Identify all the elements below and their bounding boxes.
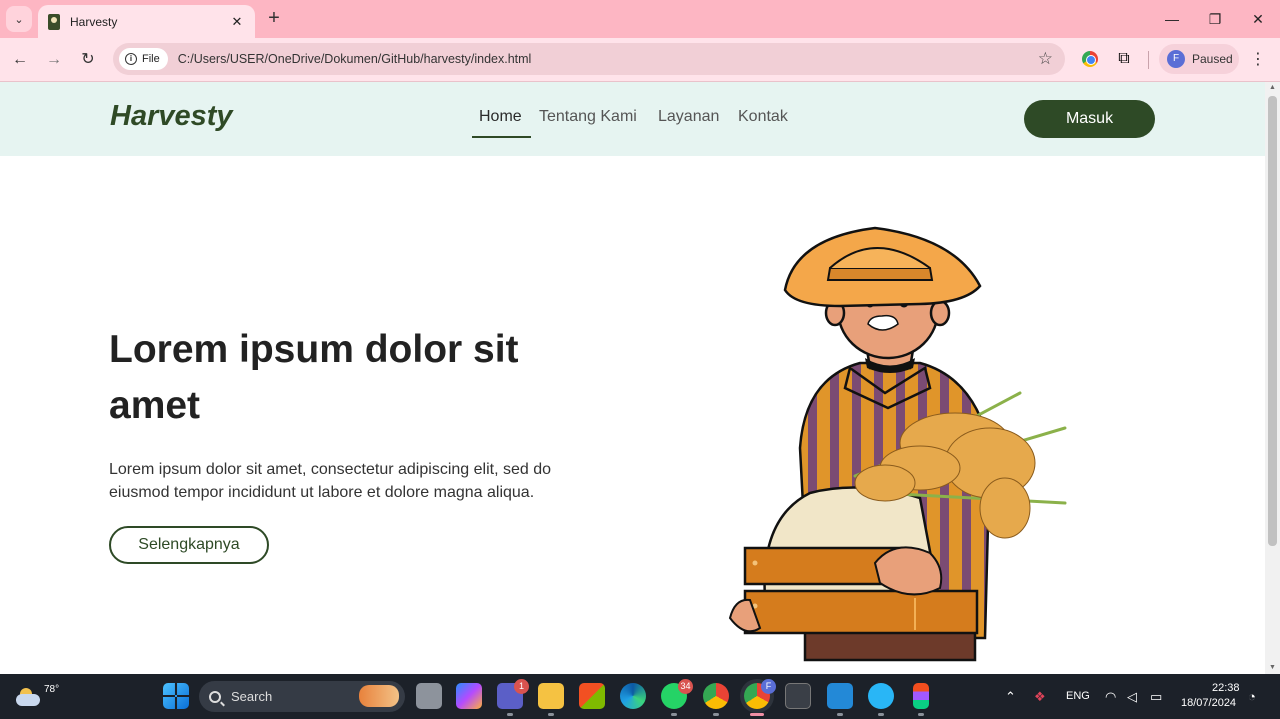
forward-button[interactable]: → bbox=[43, 49, 65, 71]
reload-button[interactable]: ↻ bbox=[77, 49, 99, 71]
tab-strip: ⌄ Harvesty ✕ + — ❐ ✕ bbox=[0, 0, 1280, 38]
avatar: F bbox=[1167, 50, 1185, 68]
scroll-down-arrow-icon[interactable]: ▼ bbox=[1268, 664, 1277, 672]
figma-icon[interactable] bbox=[913, 683, 929, 716]
volume-icon[interactable]: ◁ bbox=[1127, 689, 1137, 705]
toolbar-divider bbox=[1148, 51, 1149, 69]
profile-button[interactable]: F Paused bbox=[1159, 44, 1239, 74]
whatsapp-icon[interactable]: 34 bbox=[661, 679, 693, 716]
chrome-profile-icon[interactable] bbox=[703, 683, 729, 716]
browser-toolbar: ← → ↻ i File C:/Users/USER/OneDrive/Doku… bbox=[0, 38, 1280, 82]
bookmark-star-icon[interactable]: ☆ bbox=[1038, 49, 1053, 69]
teams-icon[interactable]: 1 bbox=[497, 679, 529, 716]
cloud-icon bbox=[16, 694, 40, 706]
windows-start-icon[interactable] bbox=[163, 683, 189, 709]
running-indicator bbox=[750, 713, 764, 716]
scroll-up-arrow-icon[interactable]: ▲ bbox=[1268, 84, 1277, 92]
tab-search-button[interactable]: ⌄ bbox=[6, 6, 32, 32]
battery-icon[interactable]: ▭ bbox=[1150, 689, 1162, 705]
login-button[interactable]: Masuk bbox=[1024, 100, 1155, 138]
active-nav-indicator bbox=[472, 136, 531, 138]
restore-button[interactable]: ❐ bbox=[1203, 8, 1227, 30]
app-blue-icon[interactable] bbox=[868, 683, 894, 716]
running-indicator bbox=[878, 713, 884, 716]
minimize-button[interactable]: — bbox=[1160, 8, 1184, 30]
page-viewport: Harvesty Home Tentang Kami Layanan Konta… bbox=[0, 82, 1265, 674]
running-indicator bbox=[713, 713, 719, 716]
menu-kebab-icon[interactable]: ⋮ bbox=[1250, 49, 1266, 69]
running-indicator bbox=[671, 713, 677, 716]
search-highlight-art bbox=[359, 685, 399, 707]
close-tab-icon[interactable]: ✕ bbox=[229, 14, 245, 30]
new-tab-button[interactable]: + bbox=[264, 8, 284, 28]
site-info-chip[interactable]: i File bbox=[119, 48, 168, 70]
language-indicator[interactable]: ENG bbox=[1066, 690, 1090, 702]
copilot-icon[interactable] bbox=[456, 683, 482, 709]
microsoft-store-icon[interactable] bbox=[579, 683, 605, 709]
teams-badge: 1 bbox=[514, 679, 529, 694]
page-scrollbar[interactable]: ▲ ▼ bbox=[1265, 82, 1280, 674]
close-window-button[interactable]: ✕ bbox=[1246, 8, 1270, 30]
info-icon: i bbox=[125, 53, 137, 65]
extension-color-icon[interactable] bbox=[1080, 49, 1100, 69]
profile-status: Paused bbox=[1192, 52, 1233, 66]
hero-title: Lorem ipsum dolor sit amet bbox=[109, 328, 519, 427]
farmer-illustration bbox=[728, 226, 1067, 662]
running-indicator bbox=[548, 713, 554, 716]
site-chip-label: File bbox=[142, 53, 160, 65]
tray-chevron-up-icon[interactable]: ⌃ bbox=[1005, 689, 1016, 705]
vscode-icon[interactable] bbox=[827, 683, 853, 716]
terminal-icon[interactable] bbox=[785, 683, 811, 709]
whatsapp-badge: 34 bbox=[678, 679, 693, 694]
url-text[interactable]: C:/Users/USER/OneDrive/Dokumen/GitHub/ha… bbox=[178, 52, 1038, 66]
nav-tentang-kami[interactable]: Tentang Kami bbox=[539, 108, 637, 126]
file-explorer-icon[interactable] bbox=[538, 683, 564, 716]
running-indicator bbox=[837, 713, 843, 716]
scroll-thumb[interactable] bbox=[1268, 96, 1277, 546]
nav-layanan[interactable]: Layanan bbox=[658, 108, 719, 126]
learn-more-button[interactable]: Selengkapnya bbox=[109, 526, 269, 564]
favicon-icon bbox=[48, 13, 60, 30]
clock-date[interactable]: 18/07/2024 bbox=[1181, 697, 1236, 709]
taskbar-search-label: Search bbox=[231, 689, 273, 704]
edge-icon[interactable] bbox=[620, 683, 646, 709]
search-icon bbox=[209, 690, 221, 703]
chrome-profile-badge: F bbox=[761, 679, 776, 694]
nav-kontak[interactable]: Kontak bbox=[738, 108, 788, 126]
nav-home[interactable]: Home bbox=[479, 108, 522, 126]
back-button[interactable]: ← bbox=[9, 49, 31, 71]
chevron-down-icon: ⌄ bbox=[14, 13, 24, 26]
running-indicator bbox=[918, 713, 924, 716]
task-view-icon[interactable] bbox=[416, 683, 442, 709]
windows-taskbar: 78° Search 1 34 F ⌃ ❖ ENG ◠ ◁ ▭ 22:38 18… bbox=[0, 674, 1280, 719]
site-navbar: Harvesty Home Tentang Kami Layanan Konta… bbox=[0, 82, 1265, 156]
chrome-active-icon[interactable]: F bbox=[744, 679, 776, 716]
clock-time[interactable]: 22:38 bbox=[1212, 682, 1240, 694]
tab-harvesty[interactable]: Harvesty ✕ bbox=[38, 5, 255, 38]
notification-bell-icon[interactable]: ◔ bbox=[1248, 689, 1256, 704]
tab-title: Harvesty bbox=[70, 14, 118, 29]
address-bar[interactable]: i File C:/Users/USER/OneDrive/Dokumen/Gi… bbox=[113, 43, 1065, 75]
extensions-puzzle-icon[interactable]: ⧉ bbox=[1114, 49, 1134, 69]
site-logo[interactable]: Harvesty bbox=[110, 100, 233, 133]
weather-temp: 78° bbox=[44, 684, 60, 695]
wifi-icon[interactable]: ◠ bbox=[1105, 689, 1116, 705]
tray-app-icon[interactable]: ❖ bbox=[1034, 689, 1046, 705]
running-indicator bbox=[507, 713, 513, 716]
taskbar-search[interactable]: Search bbox=[199, 681, 405, 712]
hero-description: Lorem ipsum dolor sit amet, consectetur … bbox=[109, 461, 551, 501]
